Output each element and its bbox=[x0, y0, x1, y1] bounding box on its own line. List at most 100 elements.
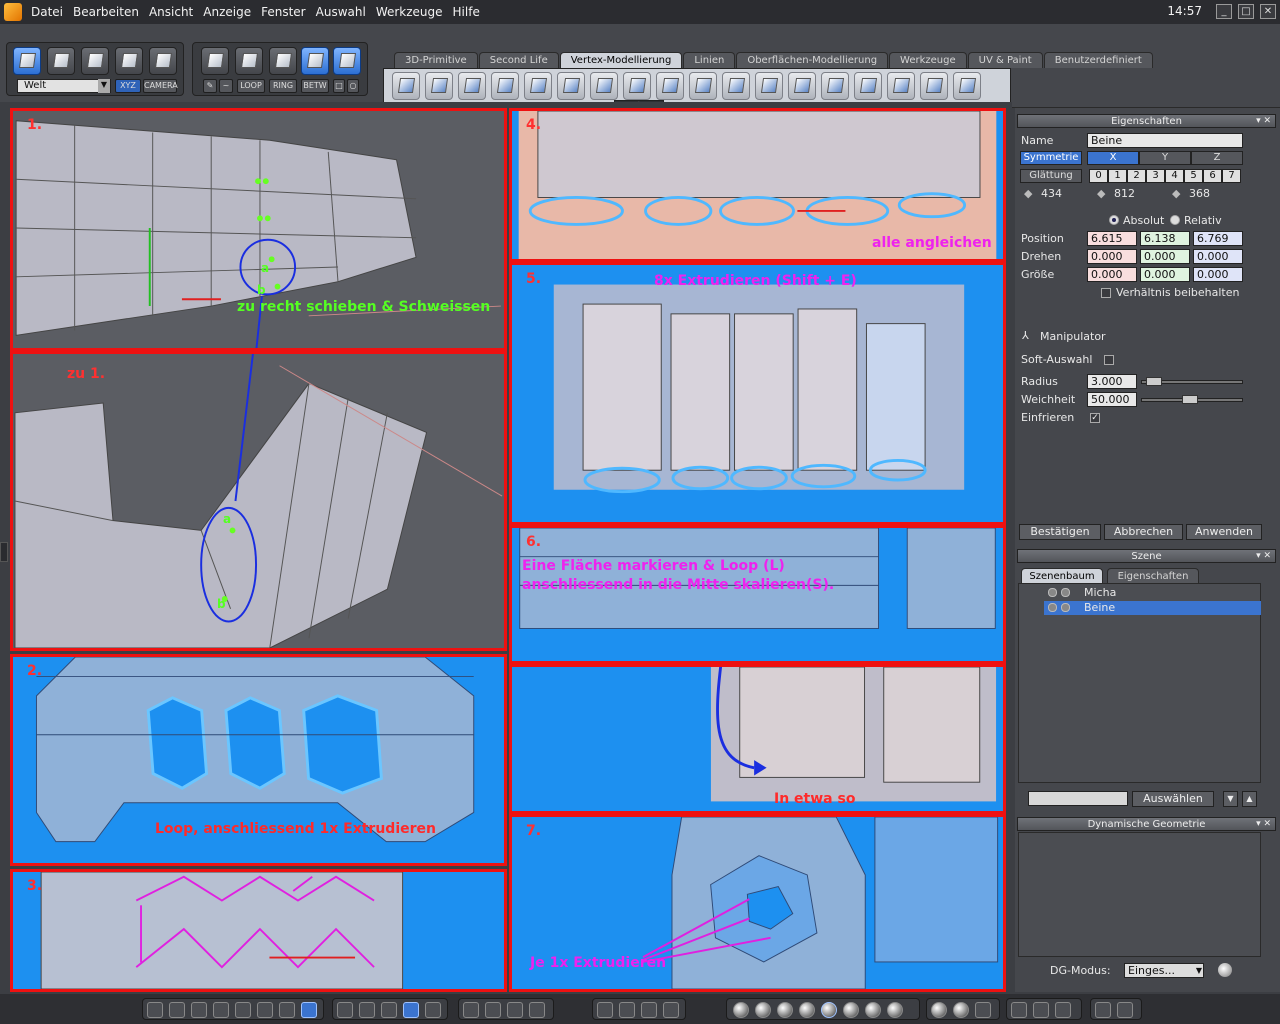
material-sphere-2-icon[interactable] bbox=[953, 1002, 969, 1018]
axis-z-button[interactable]: Z bbox=[1191, 151, 1243, 165]
smoothing-level-1[interactable]: 1 bbox=[1108, 169, 1127, 183]
chevron-up-icon[interactable]: ▲ bbox=[1242, 791, 1257, 807]
add-vertex-icon[interactable] bbox=[920, 72, 948, 100]
wire-sphere-icon[interactable] bbox=[733, 1002, 749, 1018]
menu-ansicht[interactable]: Ansicht bbox=[144, 0, 198, 24]
confirm-button[interactable]: Bestätigen bbox=[1019, 524, 1101, 540]
position-z-field[interactable]: 6.769 bbox=[1193, 231, 1243, 246]
smooth-icon[interactable] bbox=[557, 72, 585, 100]
menu-hilfe[interactable]: Hilfe bbox=[448, 0, 485, 24]
menu-datei[interactable]: Datei bbox=[26, 0, 68, 24]
grid-icon[interactable] bbox=[337, 1002, 353, 1018]
axis-y-button[interactable]: Y bbox=[1139, 151, 1191, 165]
keep-ratio-checkbox[interactable] bbox=[1101, 288, 1111, 298]
inset-icon[interactable] bbox=[458, 72, 486, 100]
chevron-down-icon[interactable]: ▼ bbox=[1223, 791, 1238, 807]
tab-vertex-modellierung[interactable]: Vertex-Modellierung bbox=[559, 52, 683, 68]
face-bevel-icon[interactable] bbox=[524, 72, 552, 100]
layout-three-icon[interactable] bbox=[191, 1002, 207, 1018]
radius-slider-thumb[interactable] bbox=[1146, 377, 1162, 386]
bridge-icon[interactable] bbox=[590, 72, 618, 100]
softness-field[interactable]: 50.000 bbox=[1087, 392, 1137, 407]
select-all-icon[interactable] bbox=[333, 47, 361, 75]
circle-icon[interactable]: ○ bbox=[347, 79, 359, 93]
axes-icon[interactable] bbox=[597, 1002, 613, 1018]
tab-werkzeuge[interactable]: Werkzeuge bbox=[889, 52, 967, 68]
freeze-checkbox[interactable]: ✓ bbox=[1090, 413, 1100, 423]
select-face-icon[interactable] bbox=[269, 47, 297, 75]
flip-icon[interactable] bbox=[788, 72, 816, 100]
minimize-button[interactable]: _ bbox=[1216, 4, 1232, 19]
book-icon[interactable] bbox=[1055, 1002, 1071, 1018]
select-edge-icon[interactable] bbox=[235, 47, 263, 75]
menu-fenster[interactable]: Fenster bbox=[256, 0, 311, 24]
camera-icon[interactable] bbox=[1117, 1002, 1133, 1018]
weld-icon[interactable] bbox=[722, 72, 750, 100]
soft-select-checkbox[interactable] bbox=[1104, 355, 1114, 365]
rotate-y-field[interactable]: 0.000 bbox=[1140, 249, 1190, 264]
zoom-icon[interactable] bbox=[507, 1002, 523, 1018]
close-button[interactable]: ✕ bbox=[1260, 4, 1276, 19]
smoothing-level-2[interactable]: 2 bbox=[1127, 169, 1146, 183]
pen-icon[interactable]: ✎ bbox=[203, 79, 217, 93]
layout-horizontal-icon[interactable] bbox=[257, 1002, 273, 1018]
menu-werkzeuge[interactable]: Werkzeuge bbox=[371, 0, 448, 24]
wire-sphere-2-icon[interactable] bbox=[755, 1002, 771, 1018]
ghost-tool-icon[interactable] bbox=[149, 47, 177, 75]
triangulate-icon[interactable] bbox=[821, 72, 849, 100]
table-icon[interactable] bbox=[425, 1002, 441, 1018]
tab-second-life[interactable]: Second Life bbox=[478, 52, 559, 68]
coord-space-select[interactable]: Welt ▼ bbox=[17, 79, 111, 93]
smoothing-level-6[interactable]: 6 bbox=[1203, 169, 1222, 183]
loop-button[interactable]: LOOP bbox=[237, 79, 265, 93]
panel-close-icon[interactable]: ▾ ✕ bbox=[1256, 115, 1271, 128]
scale-tool-icon[interactable] bbox=[81, 47, 109, 75]
layout-vertical-icon[interactable] bbox=[279, 1002, 295, 1018]
extrude-icon[interactable] bbox=[392, 72, 420, 100]
ring-button[interactable]: RING bbox=[269, 79, 297, 93]
material-sphere-icon[interactable] bbox=[931, 1002, 947, 1018]
checker-icon[interactable] bbox=[381, 1002, 397, 1018]
menu-bearbeiten[interactable]: Bearbeiten bbox=[68, 0, 144, 24]
smoothing-level-7[interactable]: 7 bbox=[1222, 169, 1241, 183]
fill-hole-icon[interactable] bbox=[755, 72, 783, 100]
lock-icon[interactable] bbox=[1048, 603, 1057, 612]
universal-tool-icon[interactable] bbox=[115, 47, 143, 75]
tab-szenenbaum[interactable]: Szenenbaum bbox=[1021, 568, 1103, 584]
render-sphere-icon[interactable] bbox=[865, 1002, 881, 1018]
hq-sphere-icon[interactable] bbox=[887, 1002, 903, 1018]
view-icon[interactable] bbox=[529, 1002, 545, 1018]
tab-3d-primitive[interactable]: 3D-Primitive bbox=[394, 52, 478, 68]
select-button[interactable]: Auswählen bbox=[1132, 791, 1214, 807]
size-z-field[interactable]: 0.000 bbox=[1193, 267, 1243, 282]
fit-icon[interactable] bbox=[463, 1002, 479, 1018]
left-dock-handle[interactable] bbox=[0, 542, 8, 562]
select-object-icon[interactable] bbox=[301, 47, 329, 75]
magnet-icon[interactable] bbox=[953, 72, 981, 100]
xyz-button[interactable]: XYZ bbox=[115, 79, 141, 93]
slice-icon[interactable] bbox=[887, 72, 915, 100]
tab-benutzerdefiniert[interactable]: Benutzerdefiniert bbox=[1043, 52, 1153, 68]
quadrify-icon[interactable] bbox=[854, 72, 882, 100]
lock-icon[interactable] bbox=[1048, 588, 1057, 597]
pan-icon[interactable] bbox=[485, 1002, 501, 1018]
particles-icon[interactable] bbox=[975, 1002, 991, 1018]
axis-x-button[interactable]: X bbox=[1087, 151, 1139, 165]
panel-close-icon[interactable]: ▾ ✕ bbox=[1256, 818, 1271, 831]
viewport[interactable]: 1. a b zu recht schieben & Schweissen zu… bbox=[0, 102, 1012, 992]
cube-icon[interactable] bbox=[1033, 1002, 1049, 1018]
layout-four-icon[interactable] bbox=[235, 1002, 251, 1018]
scene-filter-input[interactable] bbox=[1028, 791, 1128, 806]
smoothing-level-5[interactable]: 5 bbox=[1184, 169, 1203, 183]
layout-quad-icon[interactable] bbox=[169, 1002, 185, 1018]
select-vertex-icon[interactable] bbox=[201, 47, 229, 75]
scene-item-micha[interactable]: Micha bbox=[1018, 586, 1261, 600]
menu-anzeige[interactable]: Anzeige bbox=[198, 0, 256, 24]
bevel-icon[interactable] bbox=[425, 72, 453, 100]
shaded-sphere-icon[interactable] bbox=[821, 1002, 837, 1018]
smoothing-button[interactable]: Glättung bbox=[1020, 169, 1082, 183]
tab-uv-paint[interactable]: UV & Paint bbox=[967, 52, 1043, 68]
position-y-field[interactable]: 6.138 bbox=[1140, 231, 1190, 246]
tab-eigenschaften[interactable]: Eigenschaften bbox=[1107, 568, 1199, 584]
smoothing-level-4[interactable]: 4 bbox=[1165, 169, 1184, 183]
